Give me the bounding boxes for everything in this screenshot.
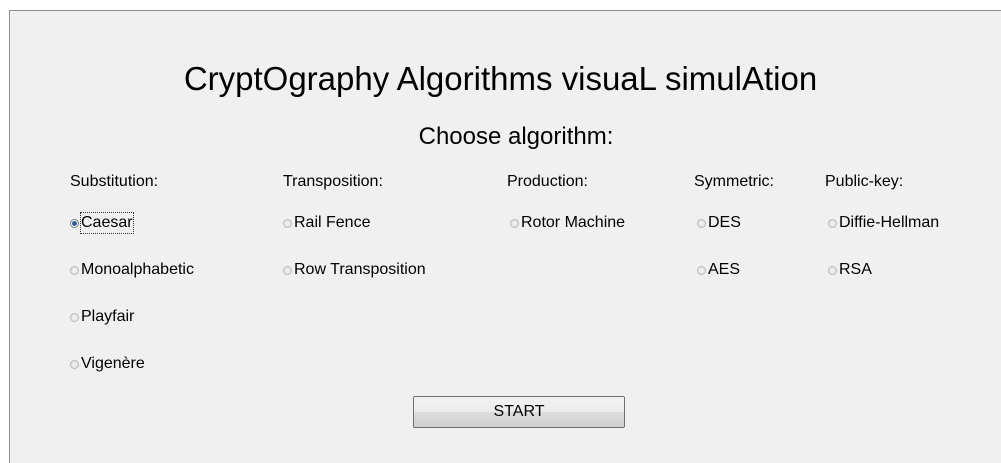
option-label-rail-fence: Rail Fence [294, 214, 371, 231]
radio-rotor-machine[interactable]: Rotor Machine [510, 213, 625, 233]
option-label-rsa: RSA [839, 261, 872, 278]
radio-checked-icon[interactable] [70, 218, 79, 228]
column-header-substitution: Substitution: [70, 173, 159, 190]
radio-des[interactable]: DES [697, 213, 741, 233]
column-header-public-key: Public-key: [825, 173, 904, 190]
radio-unchecked-icon[interactable] [283, 218, 292, 228]
radio-diffie-hellman[interactable]: Diffie-Hellman [828, 213, 939, 233]
app-title: CryptOgraphy Algorithms visuaL simulAtio… [183, 60, 818, 97]
column-public-key: Public-key: Diffie-Hellman RSA [825, 172, 939, 278]
column-header-transposition: Transposition: [283, 173, 383, 190]
radio-monoalphabetic[interactable]: Monoalphabetic [70, 260, 194, 280]
option-label-vigenere: Vigenère [81, 355, 145, 372]
option-label-rotor-machine: Rotor Machine [521, 214, 626, 231]
radio-unchecked-icon[interactable] [697, 265, 706, 275]
column-production: Production: Rotor Machine [507, 172, 625, 231]
option-label-diffie-hellman: Diffie-Hellman [839, 214, 940, 231]
column-substitution: Substitution: Caesar Monoalphabetic Play… [70, 172, 194, 372]
radio-unchecked-icon[interactable] [828, 265, 837, 275]
option-label-caesar: Caesar [80, 212, 134, 234]
radio-caesar[interactable]: Caesar [70, 212, 134, 234]
radio-playfair[interactable]: Playfair [70, 307, 134, 327]
option-label-des: DES [708, 214, 741, 231]
radio-unchecked-icon[interactable] [283, 265, 292, 275]
start-button[interactable]: START [413, 396, 625, 428]
option-label-playfair: Playfair [81, 308, 135, 325]
column-transposition: Transposition: Rail Fence Row Transposit… [283, 172, 426, 278]
radio-rail-fence[interactable]: Rail Fence [283, 213, 370, 233]
radio-unchecked-icon[interactable] [70, 312, 79, 322]
radio-unchecked-icon[interactable] [697, 218, 706, 228]
column-header-production: Production: [507, 173, 588, 190]
radio-aes[interactable]: AES [697, 260, 740, 280]
option-label-aes: AES [708, 261, 741, 278]
radio-unchecked-icon[interactable] [70, 265, 79, 275]
option-label-row-transposition: Row Transposition [294, 261, 426, 278]
radio-unchecked-icon[interactable] [828, 218, 837, 228]
radio-vigenere[interactable]: Vigenère [70, 354, 145, 374]
radio-rsa[interactable]: RSA [828, 260, 872, 280]
column-symmetric: Symmetric: DES AES [694, 172, 774, 278]
radio-row-transposition[interactable]: Row Transposition [283, 260, 426, 280]
column-header-symmetric: Symmetric: [694, 173, 774, 190]
choose-algorithm-heading: Choose algorithm: [418, 123, 614, 150]
radio-unchecked-icon[interactable] [510, 218, 519, 228]
option-label-monoalphabetic: Monoalphabetic [81, 261, 194, 278]
radio-unchecked-icon[interactable] [70, 359, 79, 369]
